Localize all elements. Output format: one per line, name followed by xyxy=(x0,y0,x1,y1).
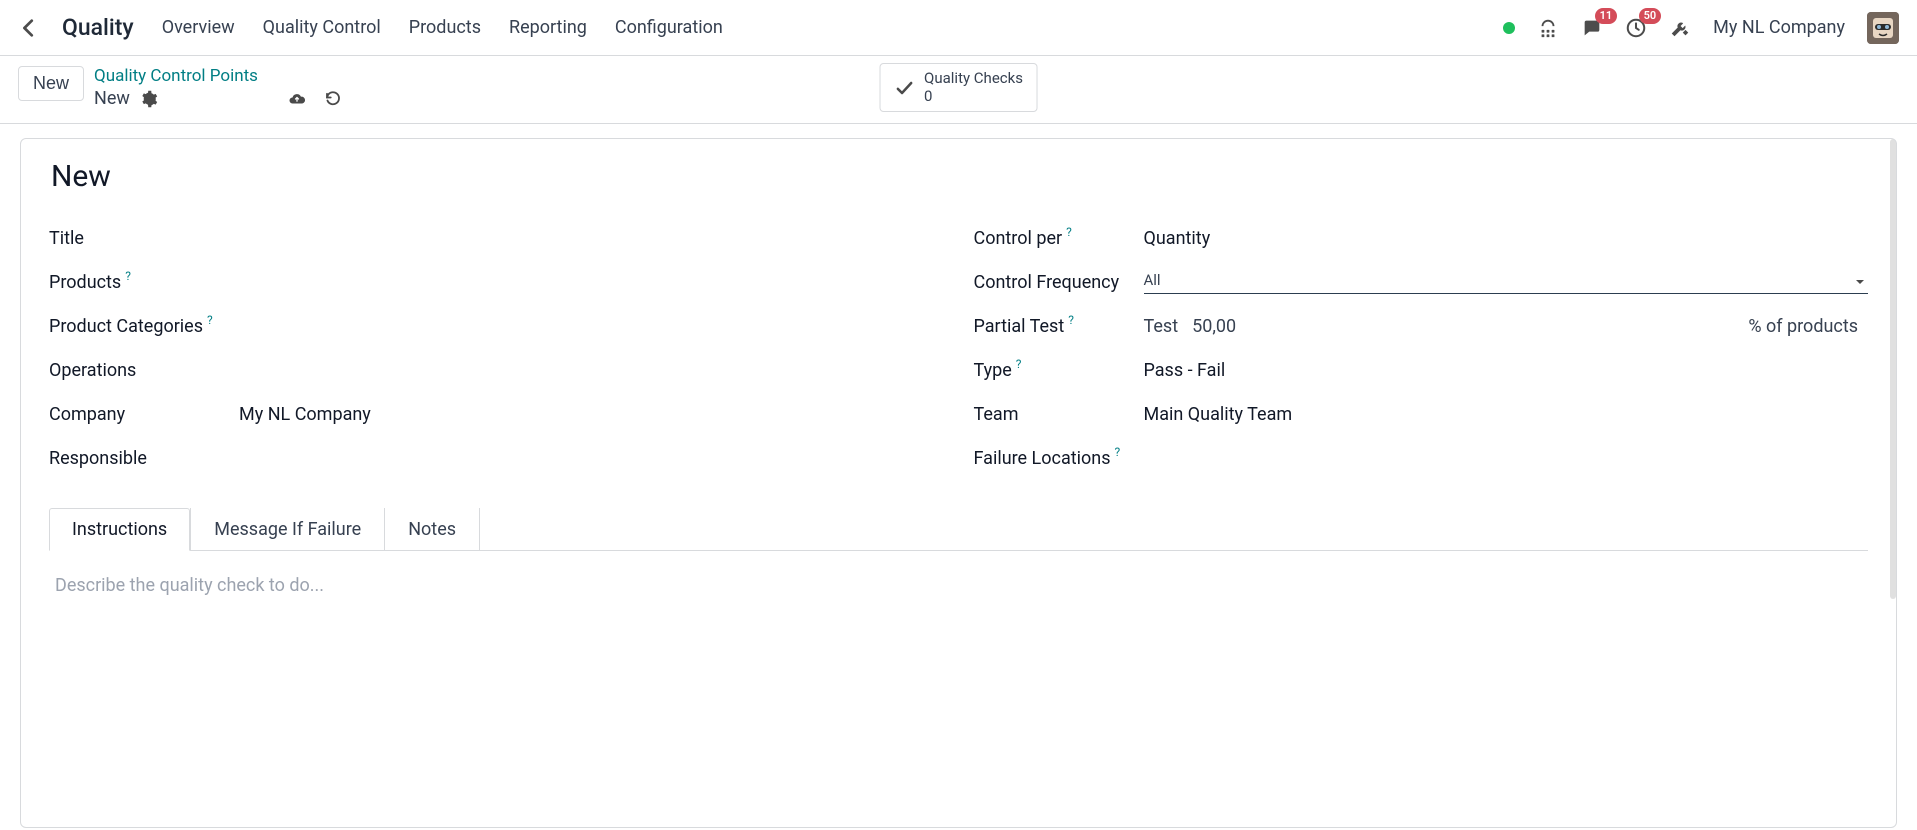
label-failure-locations: Failure Locations xyxy=(974,448,1144,469)
form-right-column: Control per Quantity Control Frequency A… xyxy=(974,216,1869,480)
company-switcher[interactable]: My NL Company xyxy=(1713,17,1845,38)
stat-buttons: Quality Checks 0 xyxy=(879,63,1038,112)
label-responsible: Responsible xyxy=(49,448,239,469)
label-partial-test: Partial Test xyxy=(974,316,1144,337)
quality-checks-count: 0 xyxy=(924,88,1023,105)
caret-down-icon xyxy=(1854,274,1866,286)
activities-badge: 50 xyxy=(1639,8,1662,24)
gear-icon[interactable] xyxy=(140,90,158,108)
label-company: Company xyxy=(49,404,239,425)
control-bar: New Quality Control Points New xyxy=(0,56,1917,124)
field-control-frequency[interactable]: All xyxy=(1144,270,1869,294)
app-logo-icon[interactable] xyxy=(18,17,40,39)
quality-checks-label: Quality Checks xyxy=(924,70,1023,87)
top-nav-right: 11 50 My NL Company xyxy=(1503,12,1899,44)
menu-overview[interactable]: Overview xyxy=(162,17,235,38)
field-partial-test[interactable]: Test 50,00 % of products xyxy=(1144,316,1869,337)
form-columns: Title Products Product Categories Operat… xyxy=(49,216,1868,480)
instructions-editor[interactable]: Describe the quality check to do... xyxy=(49,551,1868,620)
menu-reporting[interactable]: Reporting xyxy=(509,17,587,38)
field-team[interactable]: Main Quality Team xyxy=(1144,404,1869,425)
discard-icon[interactable] xyxy=(324,90,342,108)
presence-indicator-icon xyxy=(1503,22,1515,34)
label-title: Title xyxy=(49,228,239,249)
menu-quality-control[interactable]: Quality Control xyxy=(263,17,381,38)
quality-checks-stat-button[interactable]: Quality Checks 0 xyxy=(879,63,1038,112)
scrollbar[interactable] xyxy=(1890,139,1896,599)
menu-products[interactable]: Products xyxy=(409,17,481,38)
form-tabs: Instructions Message If Failure Notes xyxy=(49,508,1868,551)
label-team: Team xyxy=(974,404,1144,425)
field-company[interactable]: My NL Company xyxy=(239,404,944,425)
check-icon xyxy=(894,78,914,98)
form-left-column: Title Products Product Categories Operat… xyxy=(49,216,944,480)
form-title: New xyxy=(51,159,1868,194)
label-operations: Operations xyxy=(49,360,239,381)
user-avatar[interactable] xyxy=(1867,12,1899,44)
new-button[interactable]: New xyxy=(18,66,84,101)
messages-badge: 11 xyxy=(1595,8,1618,24)
label-product-categories: Product Categories xyxy=(49,316,239,337)
breadcrumb-parent-link[interactable]: Quality Control Points xyxy=(94,66,342,86)
app-title[interactable]: Quality xyxy=(62,14,134,41)
field-type[interactable]: Pass - Fail xyxy=(1144,360,1869,381)
partial-test-value: 50,00 xyxy=(1192,316,1236,337)
partial-test-prefix: Test xyxy=(1144,316,1179,337)
label-type: Type xyxy=(974,360,1144,381)
tab-message-if-failure[interactable]: Message If Failure xyxy=(191,508,384,551)
status-indicators xyxy=(288,90,342,108)
tools-icon[interactable] xyxy=(1669,17,1691,39)
top-nav: Quality Overview Quality Control Product… xyxy=(0,0,1917,56)
menu-configuration[interactable]: Configuration xyxy=(615,17,723,38)
main-menu: Overview Quality Control Products Report… xyxy=(162,17,723,38)
tab-notes[interactable]: Notes xyxy=(385,508,479,551)
field-control-per[interactable]: Quantity xyxy=(1144,228,1869,249)
breadcrumb-current: New xyxy=(94,88,130,109)
breadcrumb: Quality Control Points New xyxy=(94,66,342,109)
dialpad-icon[interactable] xyxy=(1537,17,1559,39)
form-card: New Title Products Product Categories Op… xyxy=(20,138,1897,828)
control-frequency-value: All xyxy=(1144,271,1161,289)
cloud-unsaved-icon[interactable] xyxy=(288,90,306,108)
control-bar-left: New Quality Control Points New xyxy=(18,66,342,109)
form-container: New Title Products Product Categories Op… xyxy=(0,124,1917,828)
label-control-frequency: Control Frequency xyxy=(974,272,1144,293)
partial-test-suffix: % of products xyxy=(1748,316,1868,337)
label-products: Products xyxy=(49,272,239,293)
top-nav-left: Quality Overview Quality Control Product… xyxy=(18,14,723,41)
control-bar-right xyxy=(1893,79,1899,97)
tab-instructions[interactable]: Instructions xyxy=(49,508,190,551)
activities-icon[interactable]: 50 xyxy=(1625,17,1647,39)
label-control-per: Control per xyxy=(974,228,1144,249)
messages-icon[interactable]: 11 xyxy=(1581,17,1603,39)
